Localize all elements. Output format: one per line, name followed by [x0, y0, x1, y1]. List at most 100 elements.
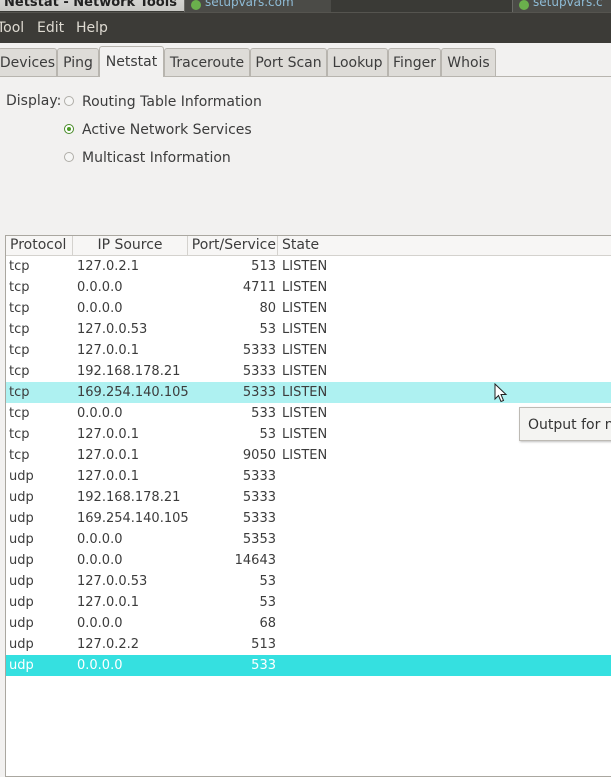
cell-ip-source: 127.0.2.2	[77, 637, 140, 652]
cell-port-service: 14643	[234, 553, 276, 568]
table-row[interactable]: tcp 0.0.0.0 4711 LISTEN	[6, 277, 611, 298]
table-header: Protocol IP Source Port/Service State	[6, 236, 611, 256]
favicon-icon	[519, 0, 529, 10]
tab-port-scan[interactable]: Port Scan	[250, 48, 327, 76]
taskbar-tab-2[interactable]: setupvars.c	[512, 0, 611, 12]
display-label: Display:	[6, 93, 62, 109]
table-row[interactable]: udp 127.0.0.1 53	[6, 592, 611, 613]
column-header-ip-source[interactable]: IP Source	[73, 236, 188, 255]
cell-state: LISTEN	[282, 364, 328, 379]
cell-protocol: tcp	[9, 343, 30, 358]
radio-button[interactable]	[64, 124, 74, 134]
tab-ping[interactable]: Ping	[57, 48, 99, 76]
cell-protocol: tcp	[9, 301, 30, 316]
radio-label: Multicast Information	[82, 150, 231, 166]
cell-port-service: 53	[259, 322, 276, 337]
column-header-state[interactable]: State	[278, 236, 611, 255]
cell-protocol: tcp	[9, 406, 30, 421]
cell-protocol: tcp	[9, 259, 30, 274]
menu-help[interactable]: Help	[76, 13, 108, 43]
radio-label: Routing Table Information	[82, 94, 262, 110]
table-row[interactable]: udp 0.0.0.0 533	[6, 655, 611, 676]
cell-port-service: 80	[259, 301, 276, 316]
cell-state: LISTEN	[282, 280, 328, 295]
title-bar: Netstat - Network Tools setupvars.com se…	[0, 0, 611, 12]
cell-port-service: 513	[251, 259, 276, 274]
tab-lookup[interactable]: Lookup	[327, 48, 388, 76]
table-row[interactable]: tcp 127.0.0.53 53 LISTEN	[6, 319, 611, 340]
table-row[interactable]: udp 192.168.178.21 5333	[6, 487, 611, 508]
tab-devices[interactable]: Devices	[0, 48, 57, 76]
cell-port-service: 5333	[242, 343, 276, 358]
cell-ip-source: 127.0.2.1	[77, 259, 140, 274]
cell-protocol: tcp	[9, 280, 30, 295]
column-header-protocol[interactable]: Protocol	[6, 236, 73, 255]
cell-port-service: 4711	[242, 280, 276, 295]
mouse-cursor-icon	[494, 383, 508, 403]
tab-finger[interactable]: Finger	[388, 48, 441, 76]
table-row[interactable]: udp 0.0.0.0 14643	[6, 550, 611, 571]
cell-port-service: 5333	[242, 364, 276, 379]
cell-state: LISTEN	[282, 322, 328, 337]
table-row[interactable]: tcp 127.0.2.1 513 LISTEN	[6, 256, 611, 277]
cell-ip-source: 192.168.178.21	[77, 364, 181, 379]
cell-ip-source: 0.0.0.0	[77, 658, 123, 673]
cell-protocol: tcp	[9, 448, 30, 463]
radio-label: Active Network Services	[82, 122, 252, 138]
table-row[interactable]: tcp 0.0.0.0 80 LISTEN	[6, 298, 611, 319]
cell-protocol: udp	[9, 553, 34, 568]
tab-whois[interactable]: Whois	[441, 48, 496, 76]
cell-protocol: udp	[9, 511, 34, 526]
cell-port-service: 53	[259, 427, 276, 442]
cell-port-service: 5333	[242, 511, 276, 526]
table-row[interactable]: udp 127.0.0.1 5333	[6, 466, 611, 487]
table-row[interactable]: udp 0.0.0.0 5353	[6, 529, 611, 550]
cell-ip-source: 0.0.0.0	[77, 406, 123, 421]
tab-divider	[0, 76, 611, 77]
table-row[interactable]: udp 169.254.140.105 5333	[6, 508, 611, 529]
cell-ip-source: 127.0.0.53	[77, 574, 148, 589]
menu-tool[interactable]: Tool	[0, 13, 24, 43]
cell-protocol: udp	[9, 595, 34, 610]
cell-port-service: 53	[259, 595, 276, 610]
cell-protocol: tcp	[9, 322, 30, 337]
cell-ip-source: 127.0.0.53	[77, 322, 148, 337]
menubar: Tool Edit Help	[0, 12, 611, 43]
tab-bar: Devices Ping Netstat Traceroute Port Sca…	[0, 46, 611, 77]
taskbar-tab-1[interactable]: setupvars.com	[184, 0, 331, 12]
cell-ip-source: 169.254.140.105	[77, 511, 189, 526]
cell-port-service: 9050	[242, 448, 276, 463]
cell-ip-source: 0.0.0.0	[77, 616, 123, 631]
cell-port-service: 68	[259, 616, 276, 631]
menu-edit[interactable]: Edit	[37, 13, 64, 43]
table-row[interactable]: tcp 127.0.0.1 9050 LISTEN	[6, 445, 611, 466]
table-row[interactable]: tcp 169.254.140.105 5333 LISTEN	[6, 382, 611, 403]
cell-ip-source: 0.0.0.0	[77, 280, 123, 295]
cell-ip-source: 127.0.0.1	[77, 343, 140, 358]
cell-ip-source: 0.0.0.0	[77, 532, 123, 547]
column-header-port-service[interactable]: Port/Service	[188, 236, 278, 255]
cell-protocol: udp	[9, 637, 34, 652]
cell-protocol: udp	[9, 469, 34, 484]
netstat-table[interactable]: Protocol IP Source Port/Service State tc…	[5, 235, 611, 777]
cell-ip-source: 127.0.0.1	[77, 595, 140, 610]
cell-port-service: 5353	[242, 532, 276, 547]
radio-button[interactable]	[64, 96, 74, 106]
table-row[interactable]: udp 0.0.0.0 68	[6, 613, 611, 634]
tab-netstat[interactable]: Netstat	[99, 46, 164, 77]
cell-ip-source: 0.0.0.0	[77, 301, 123, 316]
tab-traceroute[interactable]: Traceroute	[164, 48, 250, 76]
cell-protocol: udp	[9, 574, 34, 589]
cell-protocol: udp	[9, 616, 34, 631]
table-row[interactable]: tcp 127.0.0.1 5333 LISTEN	[6, 340, 611, 361]
table-row[interactable]: tcp 192.168.178.21 5333 LISTEN	[6, 361, 611, 382]
table-row[interactable]: udp 127.0.2.2 513	[6, 634, 611, 655]
cell-protocol: tcp	[9, 427, 30, 442]
cell-port-service: 5333	[242, 490, 276, 505]
tooltip: Output for ne	[519, 407, 611, 441]
table-row[interactable]: udp 127.0.0.53 53	[6, 571, 611, 592]
radio-button[interactable]	[64, 152, 74, 162]
cell-port-service: 5333	[242, 469, 276, 484]
cell-protocol: udp	[9, 532, 34, 547]
cell-state: LISTEN	[282, 259, 328, 274]
